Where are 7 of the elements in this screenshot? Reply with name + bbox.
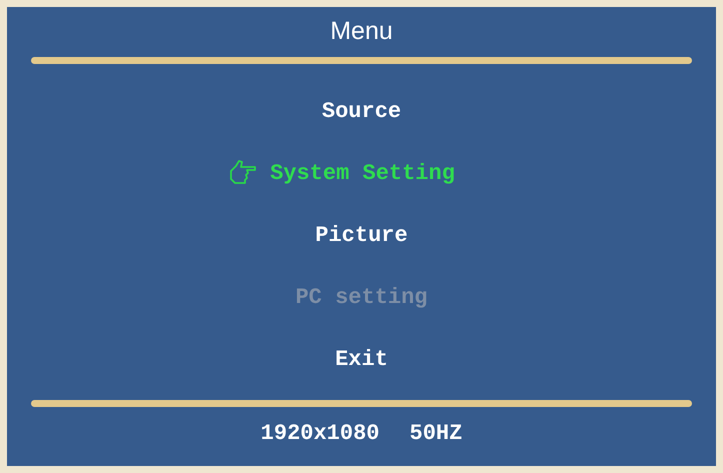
menu-title: Menu	[330, 16, 393, 47]
resolution-text: 1920x1080	[260, 421, 380, 446]
menu-item[interactable]: Exit	[335, 346, 388, 372]
menu-item[interactable]: System Setting	[228, 158, 455, 188]
menu-item[interactable]: Picture	[315, 222, 408, 248]
refresh-rate-text: 50HZ	[410, 421, 462, 446]
menu-item[interactable]: Source	[322, 98, 402, 124]
